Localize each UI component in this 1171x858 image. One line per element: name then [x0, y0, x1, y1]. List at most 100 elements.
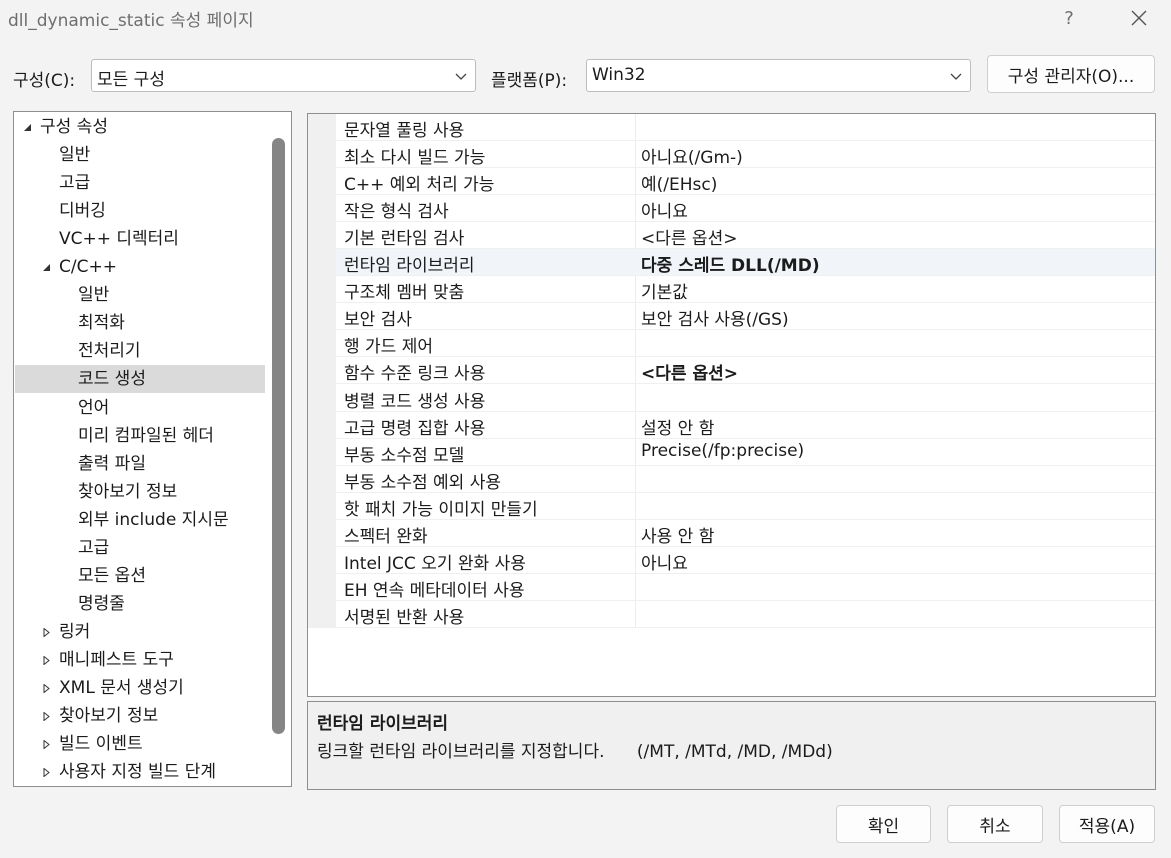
- tree-item-label: 링커: [59, 621, 91, 642]
- tree-item[interactable]: 찾아보기 정보: [15, 702, 265, 730]
- property-row[interactable]: 기본 런타임 검사 <다른 옵션>: [336, 222, 1155, 250]
- tree-item-label: 고급: [59, 173, 91, 194]
- cancel-button[interactable]: 취소: [947, 805, 1043, 843]
- property-row[interactable]: 부동 소수점 예외 사용: [336, 466, 1155, 493]
- property-row[interactable]: 함수 수준 링크 사용 <다른 옵션>: [336, 357, 1155, 385]
- property-row[interactable]: 병렬 코드 생성 사용: [336, 385, 1155, 412]
- tree-item[interactable]: 일반: [15, 141, 265, 169]
- tree-item-label: 외부 include 지시문: [78, 509, 229, 530]
- tree-item[interactable]: 사용자 지정 빌드 단계: [15, 758, 265, 786]
- property-row[interactable]: 서명된 반환 사용: [336, 601, 1155, 628]
- tree-item[interactable]: 모든 옵션: [15, 562, 265, 590]
- property-row[interactable]: 런타임 라이브러리 다중 스레드 DLL(/MD): [336, 249, 1155, 277]
- tree-item-label: 최적화: [78, 313, 125, 334]
- tree-item-label: 일반: [59, 145, 91, 166]
- collapsed-arrow-icon[interactable]: [42, 740, 51, 750]
- property-value[interactable]: 아니요: [641, 549, 688, 574]
- property-row[interactable]: 문자열 풀링 사용: [336, 114, 1155, 141]
- tree-scrollbar[interactable]: [272, 138, 285, 734]
- tree-item-label: 디버깅: [59, 201, 106, 222]
- tree-item[interactable]: 외부 include 지시문: [15, 506, 265, 534]
- property-row[interactable]: 행 가드 제어: [336, 330, 1155, 358]
- tree-item[interactable]: 전처리기: [15, 337, 265, 365]
- tree-item[interactable]: 빌드 이벤트: [15, 730, 265, 758]
- tree-item-label: 언어: [78, 397, 110, 418]
- property-row[interactable]: 구조체 멤버 맞춤 기본값: [336, 276, 1155, 304]
- tree-item-label: XML 문서 생성기: [59, 678, 184, 698]
- property-name: 스펙터 완화: [344, 526, 428, 547]
- property-row[interactable]: 보안 검사 보안 검사 사용(/GS): [336, 303, 1155, 331]
- property-name: EH 연속 메타데이터 사용: [344, 580, 525, 601]
- property-name: Intel JCC 오기 완화 사용: [344, 553, 526, 574]
- tree-item-label: 코드 생성: [78, 369, 146, 390]
- tree-item[interactable]: 미리 컴파일된 헤더: [15, 422, 265, 450]
- property-row[interactable]: 최소 다시 빌드 가능 아니요(/Gm-): [336, 141, 1155, 169]
- tree-item[interactable]: 언어: [15, 394, 265, 422]
- tree-item[interactable]: 출력 파일: [15, 450, 265, 478]
- platform-dropdown[interactable]: Win32: [586, 59, 971, 92]
- expanded-arrow-icon[interactable]: [42, 263, 51, 272]
- property-row[interactable]: 고급 명령 집합 사용 설정 안 함: [336, 412, 1155, 439]
- tree-item-label: 출력 파일: [78, 453, 146, 474]
- property-row[interactable]: 핫 패치 가능 이미지 만들기: [336, 493, 1155, 520]
- collapsed-arrow-icon[interactable]: [42, 768, 51, 778]
- property-grid: 문자열 풀링 사용 최소 다시 빌드 가능 아니요(/Gm-) C++ 예외 처리 가…: [307, 113, 1156, 697]
- tree-item[interactable]: 일반: [15, 281, 265, 309]
- collapsed-arrow-icon[interactable]: [42, 627, 51, 637]
- tree-item[interactable]: 고급: [15, 169, 265, 197]
- property-name: 구조체 멤버 맞춤: [344, 283, 465, 304]
- title-bar: dll_dynamic_static 속성 페이지 ?: [0, 0, 1171, 36]
- property-name: 함수 수준 링크 사용: [344, 364, 486, 385]
- tree-item-label: 사용자 지정 빌드 단계: [59, 762, 216, 783]
- collapsed-arrow-icon[interactable]: [42, 712, 51, 722]
- property-value[interactable]: 사용 안 함: [641, 522, 714, 547]
- tree-item-label: C/C++: [59, 257, 117, 278]
- property-value[interactable]: 예(/EHsc): [641, 170, 717, 195]
- property-name: 핫 패치 가능 이미지 만들기: [344, 499, 538, 520]
- property-value[interactable]: 설정 안 함: [641, 414, 714, 439]
- tree-item[interactable]: C/C++: [15, 253, 265, 281]
- config-dropdown[interactable]: 모든 구성: [91, 59, 476, 92]
- property-row[interactable]: Intel JCC 오기 완화 사용 아니요: [336, 547, 1155, 574]
- tree-item[interactable]: 매니페스트 도구: [15, 646, 265, 674]
- help-button[interactable]: ?: [1045, 0, 1093, 36]
- property-name: 병렬 코드 생성 사용: [344, 391, 486, 412]
- property-row[interactable]: EH 연속 메타데이터 사용: [336, 574, 1155, 601]
- tree-item[interactable]: 코드 생성: [15, 365, 265, 394]
- apply-button[interactable]: 적용(A): [1059, 805, 1155, 843]
- property-value[interactable]: Precise(/fp:precise): [641, 441, 804, 461]
- close-button[interactable]: [1115, 0, 1163, 36]
- tree-item[interactable]: 명령줄: [15, 590, 265, 618]
- ok-button[interactable]: 확인: [836, 805, 931, 843]
- tree-item[interactable]: 찾아보기 정보: [15, 478, 265, 506]
- tree-item[interactable]: 고급: [15, 534, 265, 562]
- property-value[interactable]: 아니요(/Gm-): [641, 143, 743, 168]
- property-row[interactable]: 작은 형식 검사 아니요: [336, 195, 1155, 223]
- tree-item-label: 미리 컴파일된 헤더: [78, 425, 214, 446]
- property-value[interactable]: <다른 옵션>: [641, 224, 737, 249]
- collapsed-arrow-icon[interactable]: [42, 655, 51, 665]
- property-name: 서명된 반환 사용: [344, 607, 465, 628]
- property-value[interactable]: 기본값: [641, 278, 688, 303]
- tree-item[interactable]: VC++ 디렉터리: [15, 225, 265, 253]
- tree-item[interactable]: 링커: [15, 618, 265, 646]
- property-name: 부동 소수점 예외 사용: [344, 472, 501, 493]
- property-row[interactable]: C++ 예외 처리 가능 예(/EHsc): [336, 168, 1155, 196]
- property-name: 보안 검사: [344, 310, 412, 331]
- property-name: 행 가드 제어: [344, 337, 434, 358]
- property-value[interactable]: 다중 스레드 DLL(/MD): [641, 251, 820, 276]
- property-row[interactable]: 부동 소수점 모델 Precise(/fp:precise): [336, 439, 1155, 466]
- property-value[interactable]: <다른 옵션>: [641, 359, 738, 384]
- expanded-arrow-icon[interactable]: [23, 123, 32, 132]
- property-value[interactable]: 보안 검사 사용(/GS): [641, 305, 789, 330]
- config-label: 구성(C):: [13, 71, 76, 91]
- tree-item[interactable]: XML 문서 생성기: [15, 674, 265, 702]
- window-title: dll_dynamic_static 속성 페이지: [8, 11, 254, 31]
- tree-item[interactable]: 디버깅: [15, 197, 265, 225]
- property-row[interactable]: 스펙터 완화 사용 안 함: [336, 520, 1155, 547]
- property-value[interactable]: 아니요: [641, 197, 688, 222]
- tree-item[interactable]: 최적화: [15, 309, 265, 337]
- collapsed-arrow-icon[interactable]: [42, 684, 51, 693]
- tree-item[interactable]: 구성 속성: [15, 113, 265, 141]
- config-manager-button[interactable]: 구성 관리자(O)...: [987, 55, 1155, 93]
